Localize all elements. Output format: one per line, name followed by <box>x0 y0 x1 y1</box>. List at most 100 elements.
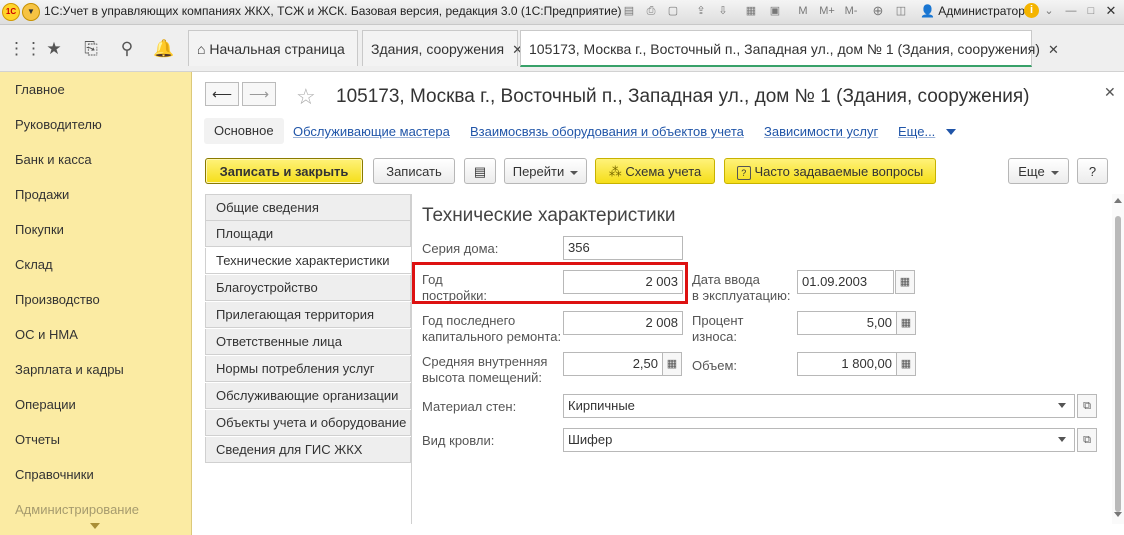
group-norms[interactable]: Нормы потребления услуг <box>205 356 411 382</box>
print-icon[interactable]: ⎙ <box>644 4 658 18</box>
sidebar-item-production[interactable]: Производство <box>15 292 100 307</box>
sidebar-item-assets[interactable]: ОС и НМА <box>15 327 78 342</box>
panel-icon[interactable]: ◫ <box>894 4 908 18</box>
group-organizations[interactable]: Обслуживающие организации <box>205 383 411 409</box>
back-button[interactable]: ⟵ <box>205 82 239 106</box>
scheme-icon: ⁂ <box>608 164 622 179</box>
forward-button[interactable]: ⟶ <box>242 82 276 106</box>
volume-field[interactable]: 1 800,00 <box>797 352 897 376</box>
document-icon[interactable]: ▤ <box>464 158 496 184</box>
roof-select[interactable]: Шифер <box>563 428 1075 452</box>
sidebar-item-reports[interactable]: Отчеты <box>15 432 60 447</box>
dropdown-arrow-icon[interactable] <box>1058 437 1066 442</box>
group-general[interactable]: Общие сведения <box>205 195 411 221</box>
close-form-icon[interactable]: ✕ <box>1104 84 1116 101</box>
memory-m-button[interactable]: M <box>796 4 810 18</box>
sidebar-item-operations[interactable]: Операции <box>15 397 76 412</box>
group-responsible[interactable]: Ответственные лица <box>205 329 411 355</box>
group-territory[interactable]: Прилегающая территория <box>205 302 411 328</box>
sidebar-item-purchases[interactable]: Покупки <box>15 222 64 237</box>
repair-year-field[interactable]: 2 008 <box>563 311 683 335</box>
maximize-icon[interactable]: □ <box>1084 4 1098 18</box>
close-icon[interactable]: ✕ <box>1104 4 1118 18</box>
open-icon[interactable]: ⧉ <box>1077 428 1097 452</box>
group-areas[interactable]: Площади <box>205 221 411 247</box>
scroll-down-icon[interactable] <box>90 523 100 529</box>
tab-home[interactable]: ⌂ Начальная страница <box>188 30 358 66</box>
link-masters[interactable]: Обслуживающие мастера <box>293 124 450 139</box>
help-button[interactable]: ? <box>1077 158 1108 184</box>
search-icon[interactable]: ⚲ <box>117 39 137 59</box>
preview-icon[interactable]: ▢ <box>666 4 680 18</box>
more-chevron-icon[interactable] <box>946 129 956 135</box>
more-button[interactable]: Еще <box>1008 158 1069 184</box>
grid-menu-icon[interactable]: ⋮⋮ <box>8 39 42 59</box>
scheme-button[interactable]: ⁂ Схема учета <box>595 158 715 184</box>
tab-main[interactable]: Основное <box>204 118 284 144</box>
calculator-icon[interactable]: ▦ <box>662 352 682 376</box>
sidebar-item-directories[interactable]: Справочники <box>15 467 94 482</box>
series-field[interactable]: 356 <box>563 236 683 260</box>
link-relation[interactable]: Взаимосвязь оборудования и объектов учет… <box>470 124 744 139</box>
link-deps[interactable]: Зависимости услуг <box>764 124 878 139</box>
group-amenities[interactable]: Благоустройство <box>205 275 411 301</box>
calculator-icon[interactable]: ▦ <box>744 4 758 18</box>
dropdown-arrow-icon[interactable] <box>1058 403 1066 408</box>
upload-icon[interactable]: ⇪ <box>694 4 708 18</box>
favorite-star-icon[interactable]: ☆ <box>296 84 316 110</box>
height-field[interactable]: 2,50 <box>563 352 663 376</box>
sidebar-item-sales[interactable]: Продажи <box>15 187 69 202</box>
calendar-icon[interactable]: ▦ <box>895 270 915 294</box>
save-close-button[interactable]: Записать и закрыть <box>205 158 363 184</box>
chevron-down-icon[interactable]: ⌄ <box>1042 4 1056 18</box>
scroll-down-icon[interactable] <box>1114 512 1122 517</box>
memory-minus-button[interactable]: M- <box>841 4 861 18</box>
history-icon[interactable]: ⎘ <box>81 39 101 59</box>
scroll-up-icon[interactable] <box>1114 198 1122 203</box>
scroll-thumb[interactable] <box>1115 216 1121 512</box>
user-name[interactable]: 👤 Администратор <box>920 4 1025 18</box>
wear-label-1: Процент <box>692 313 744 328</box>
group-gis[interactable]: Сведения для ГИС ЖКХ <box>205 437 411 463</box>
open-icon[interactable]: ⧉ <box>1077 394 1097 418</box>
sidebar-item-warehouse[interactable]: Склад <box>15 257 53 272</box>
sidebar-item-main[interactable]: Главное <box>15 82 65 97</box>
faq-button[interactable]: ? Часто задаваемые вопросы <box>724 158 936 184</box>
download-icon[interactable]: ⇩ <box>716 4 730 18</box>
zoom-icon[interactable]: ⊕ <box>871 4 885 18</box>
user-icon: 👤 <box>920 4 935 18</box>
tab-building-record[interactable]: 105173, Москва г., Восточный п., Западна… <box>520 30 1059 67</box>
group-tech[interactable]: Технические характеристики <box>205 248 411 274</box>
calendar-icon[interactable]: ▣ <box>768 4 782 18</box>
notifications-bell-icon[interactable]: 🔔 <box>153 39 174 59</box>
link-more[interactable]: Еще... <box>898 124 935 139</box>
commission-date-field[interactable]: 01.09.2003 <box>797 270 894 294</box>
scheme-label: Схема учета <box>625 164 702 179</box>
minimize-icon[interactable]: — <box>1064 4 1078 18</box>
sidebar-item-manager[interactable]: Руководителю <box>15 117 102 132</box>
group-equipment[interactable]: Объекты учета и оборудование <box>205 410 411 436</box>
main-menu-icon[interactable]: ▼ <box>22 3 40 21</box>
height-label-1: Средняя внутренняя <box>422 354 548 369</box>
more-label: Еще <box>1018 164 1045 179</box>
sidebar-item-payroll[interactable]: Зарплата и кадры <box>15 362 124 377</box>
commission-label-2: в эксплуатацию: <box>692 288 791 303</box>
walls-select[interactable]: Кирпичные <box>563 394 1075 418</box>
scrollbar[interactable] <box>1112 194 1124 524</box>
sidebar-item-admin[interactable]: Администрирование <box>15 502 139 517</box>
window-title-bar: 1С ▼ 1С:Учет в управляющих компаниях ЖКХ… <box>0 0 1124 25</box>
info-icon[interactable]: i <box>1024 3 1039 18</box>
wear-percent-field[interactable]: 5,00 <box>797 311 897 335</box>
save-button[interactable]: Записать <box>373 158 455 184</box>
tabs-bar: ⋮⋮ ★ ⎘ ⚲ 🔔 ⌂ Начальная страница Здания, … <box>0 25 1124 72</box>
calculator-icon[interactable]: ▦ <box>896 352 916 376</box>
tab-buildings[interactable]: Здания, сооружения ✕ <box>362 30 523 66</box>
calculator-icon[interactable]: ▦ <box>896 311 916 335</box>
save-icon[interactable]: ▤ <box>622 4 636 18</box>
goto-button[interactable]: Перейти <box>504 158 587 184</box>
memory-plus-button[interactable]: M+ <box>817 4 837 18</box>
close-tab-icon[interactable]: ✕ <box>1048 42 1059 57</box>
tab-home-label: Начальная страница <box>209 41 345 57</box>
sidebar-item-bank[interactable]: Банк и касса <box>15 152 92 167</box>
favorites-star-icon[interactable]: ★ <box>44 39 64 59</box>
